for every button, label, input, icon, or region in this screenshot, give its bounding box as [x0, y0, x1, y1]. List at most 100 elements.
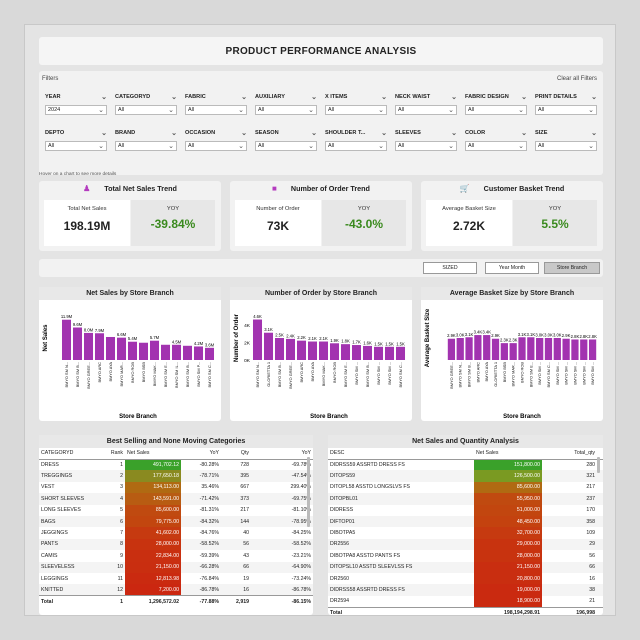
chevron-down-icon[interactable]: ⌄	[241, 94, 247, 101]
bar[interactable]	[94, 333, 105, 360]
bar[interactable]	[329, 343, 340, 360]
filter-neck-waist[interactable]: NECK WAIST ⌄ All ⌄	[395, 93, 457, 115]
bar[interactable]	[580, 339, 588, 360]
chevron-down-icon[interactable]: ⌄	[381, 94, 387, 101]
filter-auxiliary[interactable]: AUXILIARY ⌄ All ⌄	[255, 93, 317, 115]
table-row[interactable]: DIDRESS 51,000.00 170	[328, 504, 603, 516]
chevron-down-icon[interactable]: ⌄	[591, 130, 597, 137]
orders-chart[interactable]: Number of Order by Store Branch Number o…	[230, 287, 412, 421]
chevron-down-icon[interactable]: ⌄	[521, 130, 527, 137]
filter-select[interactable]: All ⌄	[535, 105, 597, 115]
table-row[interactable]: DR2560 20,800.00 16	[328, 572, 603, 585]
col-header-net-sales[interactable]: Net Sales	[474, 448, 542, 460]
filter-sleeves[interactable]: SLEEVES ⌄ All ⌄	[395, 129, 457, 151]
net-sales-chart[interactable]: Net Sales by Store Branch Net Sales 11.9M…	[39, 287, 221, 421]
toggle-year-month-button[interactable]: Year Month	[485, 262, 539, 274]
toggle-sized-button[interactable]: SIZED	[423, 262, 477, 274]
bar[interactable]	[553, 338, 561, 360]
filter-season[interactable]: SEASON ⌄ All ⌄	[255, 129, 317, 151]
toggle-store-branch-button[interactable]: Store Branch	[544, 262, 600, 274]
col-header-desc[interactable]: DESC	[328, 448, 474, 460]
bar[interactable]	[527, 337, 535, 360]
bar[interactable]	[252, 319, 263, 360]
bar[interactable]	[193, 346, 204, 360]
filter-shoulder-t[interactable]: SHOULDER T... ⌄ All ⌄	[325, 129, 387, 151]
filter-select[interactable]: All ⌄	[535, 141, 597, 151]
filter-fabric-design[interactable]: FABRIC DESIGN ⌄ All ⌄	[465, 93, 527, 115]
col-header-rank[interactable]: Rank	[101, 448, 125, 460]
chevron-down-icon[interactable]: ⌄	[101, 130, 107, 137]
col-header-category[interactable]: CATEGORYD	[39, 448, 101, 460]
filter-select[interactable]: All ⌄	[255, 105, 317, 115]
table-row[interactable]: LEGGINGS 11 12,813.98 -76.84% 19 -73.24%	[39, 572, 313, 585]
bar[interactable]	[447, 338, 456, 360]
bar[interactable]	[318, 341, 329, 360]
filter-select[interactable]: All ⌄	[325, 141, 387, 151]
scrollbar[interactable]	[307, 457, 310, 527]
table-row[interactable]: DITOPS59 126,500.00 321	[328, 470, 603, 482]
filter-select[interactable]: All ⌄	[45, 141, 107, 151]
col-header-net-sales[interactable]: Net Sales	[125, 448, 181, 460]
bar[interactable]	[474, 335, 482, 360]
filter-brand[interactable]: BRAND ⌄ All ⌄	[115, 129, 177, 151]
filter-select[interactable]: All ⌄	[395, 141, 457, 151]
table-row[interactable]: CAMIS 9 22,834.00 -59.39% 43 -23.21%	[39, 550, 313, 562]
bar[interactable]	[160, 344, 171, 360]
bar[interactable]	[83, 332, 94, 360]
bar[interactable]	[571, 339, 579, 360]
bar[interactable]	[536, 338, 544, 360]
table-row[interactable]: DIDRSS58 ASSRTD DRESS FS 19,000.00 38	[328, 584, 603, 596]
filter-fabric[interactable]: FABRIC ⌄ All ⌄	[185, 93, 247, 115]
table-row[interactable]: DITOPBL01 55,950.00 237	[328, 493, 603, 505]
bar[interactable]	[351, 345, 362, 360]
filter-year[interactable]: YEAR ⌄ 2024 ⌄	[45, 93, 107, 115]
chevron-down-icon[interactable]: ⌄	[311, 94, 317, 101]
bar[interactable]	[127, 341, 138, 360]
table-row[interactable]: JEGGINGS 7 41,602.00 -84.76% 40 -84.25%	[39, 527, 313, 539]
table-row[interactable]: DITOPSL10 ASSTD SLEEVLSS FS 21,150.00 66	[328, 561, 603, 573]
table-row[interactable]: DR2556 29,000.00 29	[328, 538, 603, 551]
table-row[interactable]: SLEEVELESS 10 21,150.00 -66.28% 66 -64.90%	[39, 561, 313, 573]
bar[interactable]	[116, 337, 127, 360]
bar[interactable]	[296, 340, 307, 360]
chevron-down-icon[interactable]: ⌄	[451, 94, 457, 101]
table-row[interactable]: DR2594 18,900.00 21	[328, 595, 603, 608]
bar[interactable]	[171, 344, 182, 360]
col-header-qty[interactable]: Qty	[221, 448, 251, 460]
filter-select[interactable]: All ⌄	[465, 105, 527, 115]
bar[interactable]	[500, 343, 508, 360]
bar[interactable]	[72, 327, 83, 360]
chevron-down-icon[interactable]: ⌄	[521, 94, 527, 101]
filter-categoryd[interactable]: CATEGORYD ⌄ All ⌄	[115, 93, 177, 115]
table-row[interactable]: TREGGINGS 2 177,650.18 -78.71% 395 -47.54%	[39, 470, 313, 482]
filter-color[interactable]: COLOR ⌄ All ⌄	[465, 129, 527, 151]
bar[interactable]	[491, 338, 500, 360]
bar[interactable]	[384, 346, 395, 360]
bar[interactable]	[362, 345, 373, 360]
bar[interactable]	[544, 338, 553, 360]
bar[interactable]	[395, 346, 406, 360]
chevron-down-icon[interactable]: ⌄	[591, 94, 597, 101]
filter-select[interactable]: 2024 ⌄	[45, 105, 107, 115]
bar[interactable]	[182, 345, 193, 360]
table-row[interactable]: VEST 3 134,113.00 35.46% 667 299.40%	[39, 481, 313, 494]
bar[interactable]	[263, 332, 274, 360]
filter-select[interactable]: All ⌄	[185, 141, 247, 151]
table-row[interactable]: DIBOTPA5 32,700.00 109	[328, 527, 603, 539]
col-header-total-qty[interactable]: Total_qty	[542, 448, 603, 460]
chevron-down-icon[interactable]: ⌄	[381, 130, 387, 137]
filter-select[interactable]: All ⌄	[325, 105, 387, 115]
bar[interactable]	[138, 342, 149, 360]
bar[interactable]	[61, 319, 72, 360]
bar[interactable]	[465, 337, 473, 360]
filter-select[interactable]: All ⌄	[185, 105, 247, 115]
table-row[interactable]: DRESS 1 491,702.12 -80.28% 728 -69.78%	[39, 459, 313, 471]
col-header-yoy[interactable]: YoY	[181, 448, 221, 460]
chevron-down-icon[interactable]: ⌄	[171, 130, 177, 137]
bar[interactable]	[307, 341, 318, 360]
scrollbar[interactable]	[597, 457, 600, 473]
filter-select[interactable]: All ⌄	[395, 105, 457, 115]
filter-select[interactable]: All ⌄	[255, 141, 317, 151]
bar[interactable]	[562, 338, 570, 360]
table-row[interactable]: SHORT SLEEVES 4 143,591.00 -71.42% 373 -69.75…	[39, 493, 313, 505]
